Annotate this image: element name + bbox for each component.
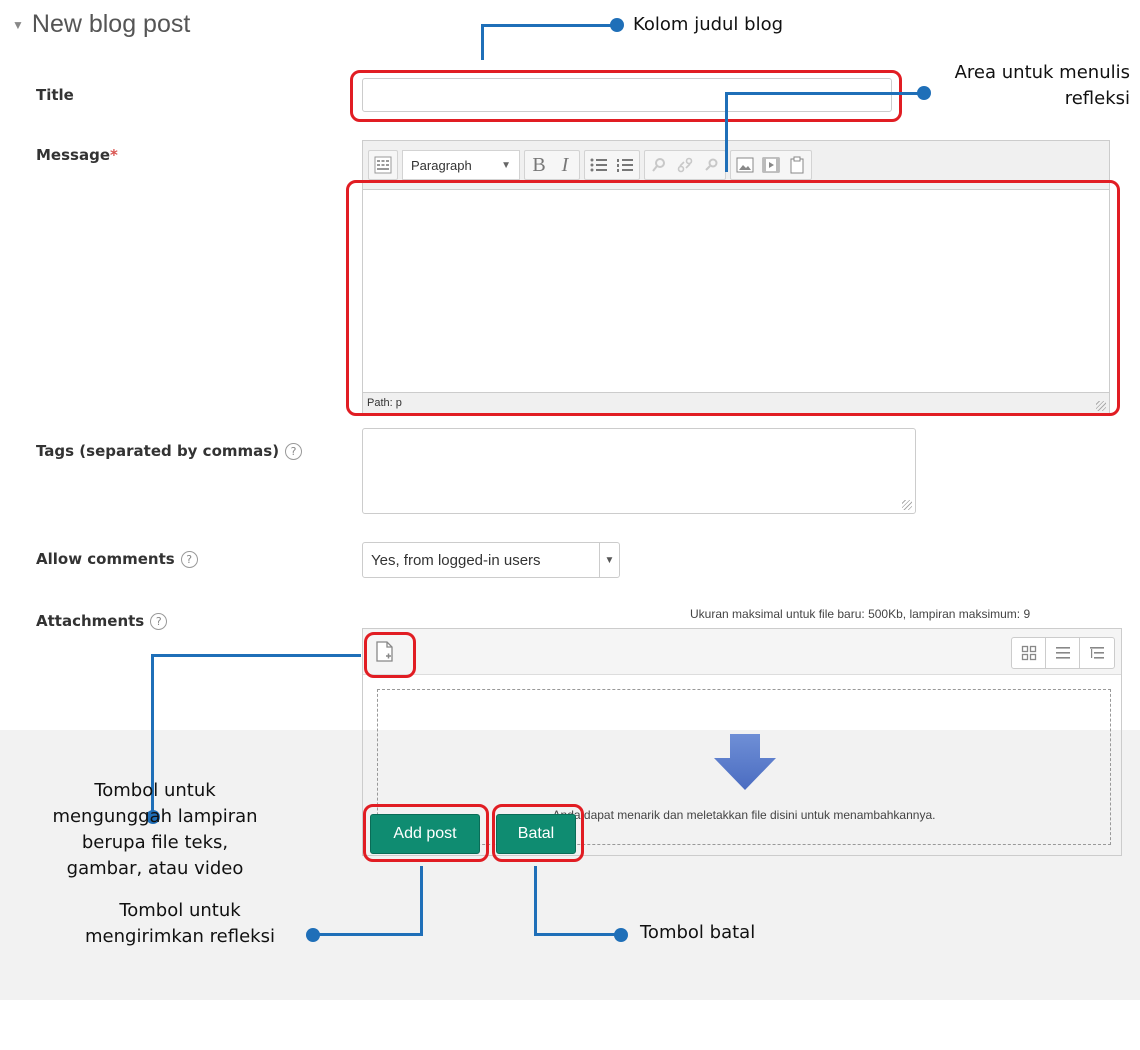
list-group xyxy=(584,150,640,180)
collapse-caret-icon[interactable]: ▼ xyxy=(12,18,24,32)
callout-dot xyxy=(917,86,931,100)
view-mode-group xyxy=(1011,637,1115,669)
callout-line xyxy=(420,866,423,936)
callout-line xyxy=(725,92,921,95)
tree-view-icon[interactable] xyxy=(1080,638,1114,668)
callout-line xyxy=(481,24,484,60)
insert-group xyxy=(730,150,812,180)
tags-resize-handle[interactable] xyxy=(902,500,912,510)
callout-title-field: Kolom judul blog xyxy=(633,14,784,35)
add-post-highlight xyxy=(363,804,489,862)
chevron-down-icon: ▼ xyxy=(501,159,511,171)
bold-icon[interactable]: B xyxy=(529,154,549,176)
numbered-list-icon[interactable] xyxy=(615,155,635,175)
title-highlight xyxy=(350,70,902,122)
comments-select-value: Yes, from logged-in users xyxy=(371,551,541,569)
paragraph-format-select[interactable]: Paragraph ▼ xyxy=(402,150,520,180)
callout-dot xyxy=(610,18,624,32)
help-icon[interactable]: ? xyxy=(150,613,168,630)
anchor-icon[interactable] xyxy=(701,155,721,175)
toolbar-toggle-icon[interactable] xyxy=(373,155,393,175)
file-manager-toolbar xyxy=(363,629,1121,675)
attachment-limit-text: Ukuran maksimal untuk file baru: 500Kb, … xyxy=(690,607,1031,621)
callout-message-area: Area untuk menulis refleksi xyxy=(954,62,1130,109)
paste-icon[interactable] xyxy=(787,155,807,175)
callout-cancel: Tombol batal xyxy=(640,922,756,943)
message-highlight xyxy=(346,180,1120,416)
image-icon[interactable] xyxy=(735,155,755,175)
media-icon[interactable] xyxy=(761,155,781,175)
text-style-group: B I xyxy=(524,150,580,180)
down-arrow-icon xyxy=(714,734,776,795)
chevron-down-icon: ▼ xyxy=(599,543,619,577)
icon-view-icon[interactable] xyxy=(1012,638,1046,668)
link-group xyxy=(644,150,726,180)
callout-line xyxy=(534,933,620,936)
callout-line xyxy=(481,24,613,27)
help-icon[interactable]: ? xyxy=(180,551,198,568)
page-title: New blog post xyxy=(31,10,191,38)
comments-label: Allow comments? xyxy=(36,550,198,568)
cancel-highlight xyxy=(492,804,584,862)
italic-icon[interactable]: I xyxy=(555,154,575,176)
tags-label: Tags (separated by commas)? xyxy=(36,442,303,460)
help-icon[interactable]: ? xyxy=(285,443,303,460)
attachments-label: Attachments? xyxy=(36,612,168,630)
comments-select[interactable]: Yes, from logged-in users ▼ xyxy=(362,542,620,578)
tags-input[interactable] xyxy=(362,428,916,514)
title-label: Title xyxy=(36,86,74,104)
list-view-icon[interactable] xyxy=(1046,638,1080,668)
callout-line xyxy=(151,654,361,657)
message-label: Message* xyxy=(36,146,118,164)
callout-upload: Tombol untuk mengunggah lampiran berupa … xyxy=(52,780,258,879)
link-icon[interactable] xyxy=(649,155,669,175)
unlink-icon[interactable] xyxy=(675,155,695,175)
upload-highlight xyxy=(364,632,416,678)
bullet-list-icon[interactable] xyxy=(589,155,609,175)
toolbar-toggle-group xyxy=(368,150,398,180)
section-header[interactable]: ▼ New blog post xyxy=(12,10,190,39)
required-marker: * xyxy=(110,146,118,164)
callout-dot xyxy=(614,928,628,942)
callout-line xyxy=(534,866,537,936)
callout-line xyxy=(312,933,423,936)
callout-submit: Tombol untuk mengirimkan refleksi xyxy=(85,900,275,947)
format-select-value: Paragraph xyxy=(411,157,472,173)
callout-line xyxy=(725,92,728,172)
callout-dot xyxy=(306,928,320,942)
